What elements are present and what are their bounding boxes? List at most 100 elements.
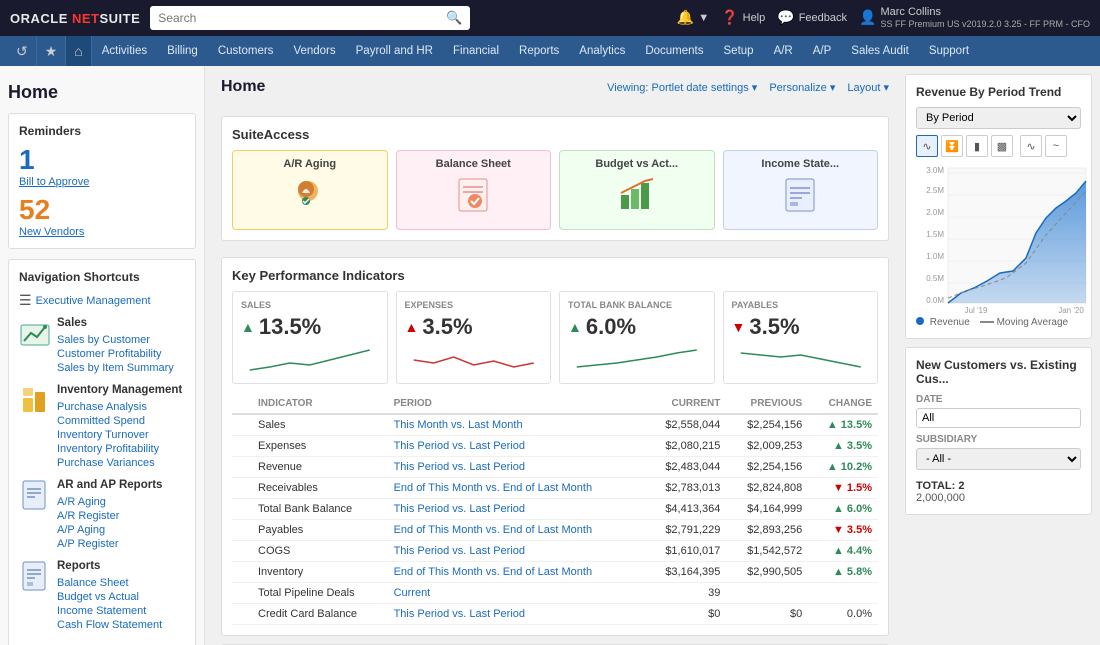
income-statement-link[interactable]: Income Statement (57, 605, 162, 617)
ar-register-link[interactable]: A/R Register (57, 510, 162, 522)
moving-avg-legend: Moving Average (980, 317, 1068, 328)
budget-vs-actual-link[interactable]: Budget vs Actual (57, 591, 162, 603)
sales-by-customer-link[interactable]: Sales by Customer (57, 334, 174, 346)
nav-recent-icon[interactable]: ↺ (8, 36, 37, 66)
kpi-table-header-current: CURRENT (645, 394, 727, 414)
search-input[interactable] (158, 11, 440, 25)
bar-chart-icon[interactable]: ▮ (966, 135, 988, 157)
notifications-button[interactable]: 🔔 ▼ (677, 9, 709, 26)
search-bar[interactable]: 🔍 (150, 6, 470, 30)
svg-text:1.0M: 1.0M (926, 252, 944, 261)
nav-financial[interactable]: Financial (443, 36, 509, 66)
row-period-link[interactable]: End of This Month vs. End of Last Month (394, 524, 593, 536)
reports-section-title: Reports (57, 560, 162, 572)
nav-ap[interactable]: A/P (803, 36, 842, 66)
suite-access-title: SuiteAccess (232, 127, 878, 142)
row-period-link[interactable]: This Period vs. Last Period (394, 545, 525, 557)
area-chart-icon[interactable]: ⏬ (941, 135, 963, 157)
trend-chart-icon[interactable]: ~ (1045, 135, 1067, 157)
row-period-link[interactable]: End of This Month vs. End of Last Month (394, 566, 593, 578)
subsidiary-select[interactable]: - All - (916, 448, 1081, 470)
nav-customers[interactable]: Customers (208, 36, 284, 66)
ar-aging-link[interactable]: A/R Aging (57, 496, 162, 508)
row-period-link[interactable]: End of This Month vs. End of Last Month (394, 482, 593, 494)
customer-profitability-link[interactable]: Customer Profitability (57, 348, 174, 360)
period-select[interactable]: By Period By Month By Quarter By Year (916, 107, 1081, 129)
row-period-link[interactable]: This Period vs. Last Period (394, 608, 525, 620)
inventory-turnover-link[interactable]: Inventory Turnover (57, 429, 182, 441)
nav-ar[interactable]: A/R (764, 36, 803, 66)
layout-button[interactable]: Layout ▾ (847, 81, 889, 94)
nav-activities[interactable]: Activities (92, 36, 157, 66)
center-panel: Home Viewing: Portlet date settings ▾ Pe… (213, 66, 897, 645)
vendor-link[interactable]: New Vendors (19, 226, 84, 238)
purchase-variances-link[interactable]: Purchase Variances (57, 457, 182, 469)
row-period-link[interactable]: This Period vs. Last Period (394, 461, 525, 473)
cash-flow-link[interactable]: Cash Flow Statement (57, 619, 162, 631)
row-current: $4,413,364 (645, 499, 727, 520)
row-indicator: COGS (252, 541, 388, 562)
total-label: TOTAL: 2 (916, 480, 1081, 492)
date-input[interactable] (916, 408, 1081, 428)
nav-documents[interactable]: Documents (635, 36, 713, 66)
chart5-icon[interactable]: ∿ (1020, 135, 1042, 157)
bell-icon: 🔔 (677, 9, 694, 26)
new-customers-title: New Customers vs. Existing Cus... (916, 358, 1081, 386)
committed-spend-link[interactable]: Committed Spend (57, 415, 182, 427)
income-state-card[interactable]: Income State... (723, 150, 879, 230)
nav-analytics[interactable]: Analytics (569, 36, 635, 66)
nav-reports[interactable]: Reports (509, 36, 569, 66)
user-sub: SS FF Premium US v2019.2.0 3.25 - FF PRM… (880, 19, 1090, 30)
row-indicator: Sales (252, 414, 388, 436)
bill-count: 1 (19, 146, 185, 174)
row-current: $2,558,044 (645, 414, 727, 436)
row-period-link[interactable]: This Period vs. Last Period (394, 503, 525, 515)
row-change: ▲ 6.0% (808, 499, 878, 520)
nav-vendors[interactable]: Vendors (283, 36, 345, 66)
row-previous: $2,009,253 (726, 436, 808, 457)
nav-support[interactable]: Support (919, 36, 979, 66)
personalize-button[interactable]: Personalize ▾ (769, 81, 835, 94)
table-row: Payables End of This Month vs. End of La… (232, 520, 878, 541)
chart-type-icons: ∿ ⏬ ▮ ▩ ∿ ~ (916, 135, 1081, 157)
exec-link[interactable]: ☰ Executive Management (19, 292, 185, 309)
balance-sheet-card[interactable]: Balance Sheet (396, 150, 552, 230)
inventory-profitability-link[interactable]: Inventory Profitability (57, 443, 182, 455)
nav-favorites-icon[interactable]: ★ (37, 36, 67, 66)
nav-payroll[interactable]: Payroll and HR (346, 36, 443, 66)
row-period-link[interactable]: This Month vs. Last Month (394, 419, 523, 431)
row-change (808, 583, 878, 604)
ap-aging-link[interactable]: A/P Aging (57, 524, 162, 536)
kpi-sales-label: SALES (241, 300, 379, 310)
portlet-date-settings[interactable]: Viewing: Portlet date settings ▾ (607, 81, 757, 94)
nav-home-icon[interactable]: ⌂ (66, 36, 91, 66)
svg-text:Jul '19: Jul '19 (965, 306, 988, 315)
kpi-sales-card: SALES ▲13.5% (232, 291, 388, 384)
nav-sales-audit[interactable]: Sales Audit (841, 36, 919, 66)
table-row: Revenue This Period vs. Last Period $2,4… (232, 457, 878, 478)
purchase-analysis-link[interactable]: Purchase Analysis (57, 401, 182, 413)
search-icon[interactable]: 🔍 (446, 10, 462, 26)
user-menu[interactable]: 👤 Marc Collins SS FF Premium US v2019.2.… (859, 6, 1090, 30)
bill-link[interactable]: Bill to Approve (19, 176, 89, 188)
kpi-payables-sparkline (732, 345, 870, 375)
line-chart-icon[interactable]: ∿ (916, 135, 938, 157)
row-change: ▼ 1.5% (808, 478, 878, 499)
ar-aging-card[interactable]: A/R Aging (232, 150, 388, 230)
suite-cards: A/R Aging Balance Sheet (232, 150, 878, 230)
table-row: Expenses This Period vs. Last Period $2,… (232, 436, 878, 457)
row-change: ▲ 13.5% (808, 414, 878, 436)
nav-setup[interactable]: Setup (714, 36, 764, 66)
row-period-link[interactable]: Current (394, 587, 431, 599)
ap-register-link[interactable]: A/P Register (57, 538, 162, 550)
kpi-table: INDICATOR PERIOD CURRENT PREVIOUS CHANGE… (232, 394, 878, 625)
balance-sheet-link[interactable]: Balance Sheet (57, 577, 162, 589)
row-period-link[interactable]: This Period vs. Last Period (394, 440, 525, 452)
budget-vs-act-card[interactable]: Budget vs Act... (559, 150, 715, 230)
feedback-button[interactable]: 💬 Feedback (777, 9, 847, 26)
sales-by-item-link[interactable]: Sales by Item Summary (57, 362, 174, 374)
help-button[interactable]: ❓ Help (721, 9, 765, 26)
kpi-table-header-previous: PREVIOUS (726, 394, 808, 414)
nav-billing[interactable]: Billing (157, 36, 208, 66)
combo-chart-icon[interactable]: ▩ (991, 135, 1013, 157)
